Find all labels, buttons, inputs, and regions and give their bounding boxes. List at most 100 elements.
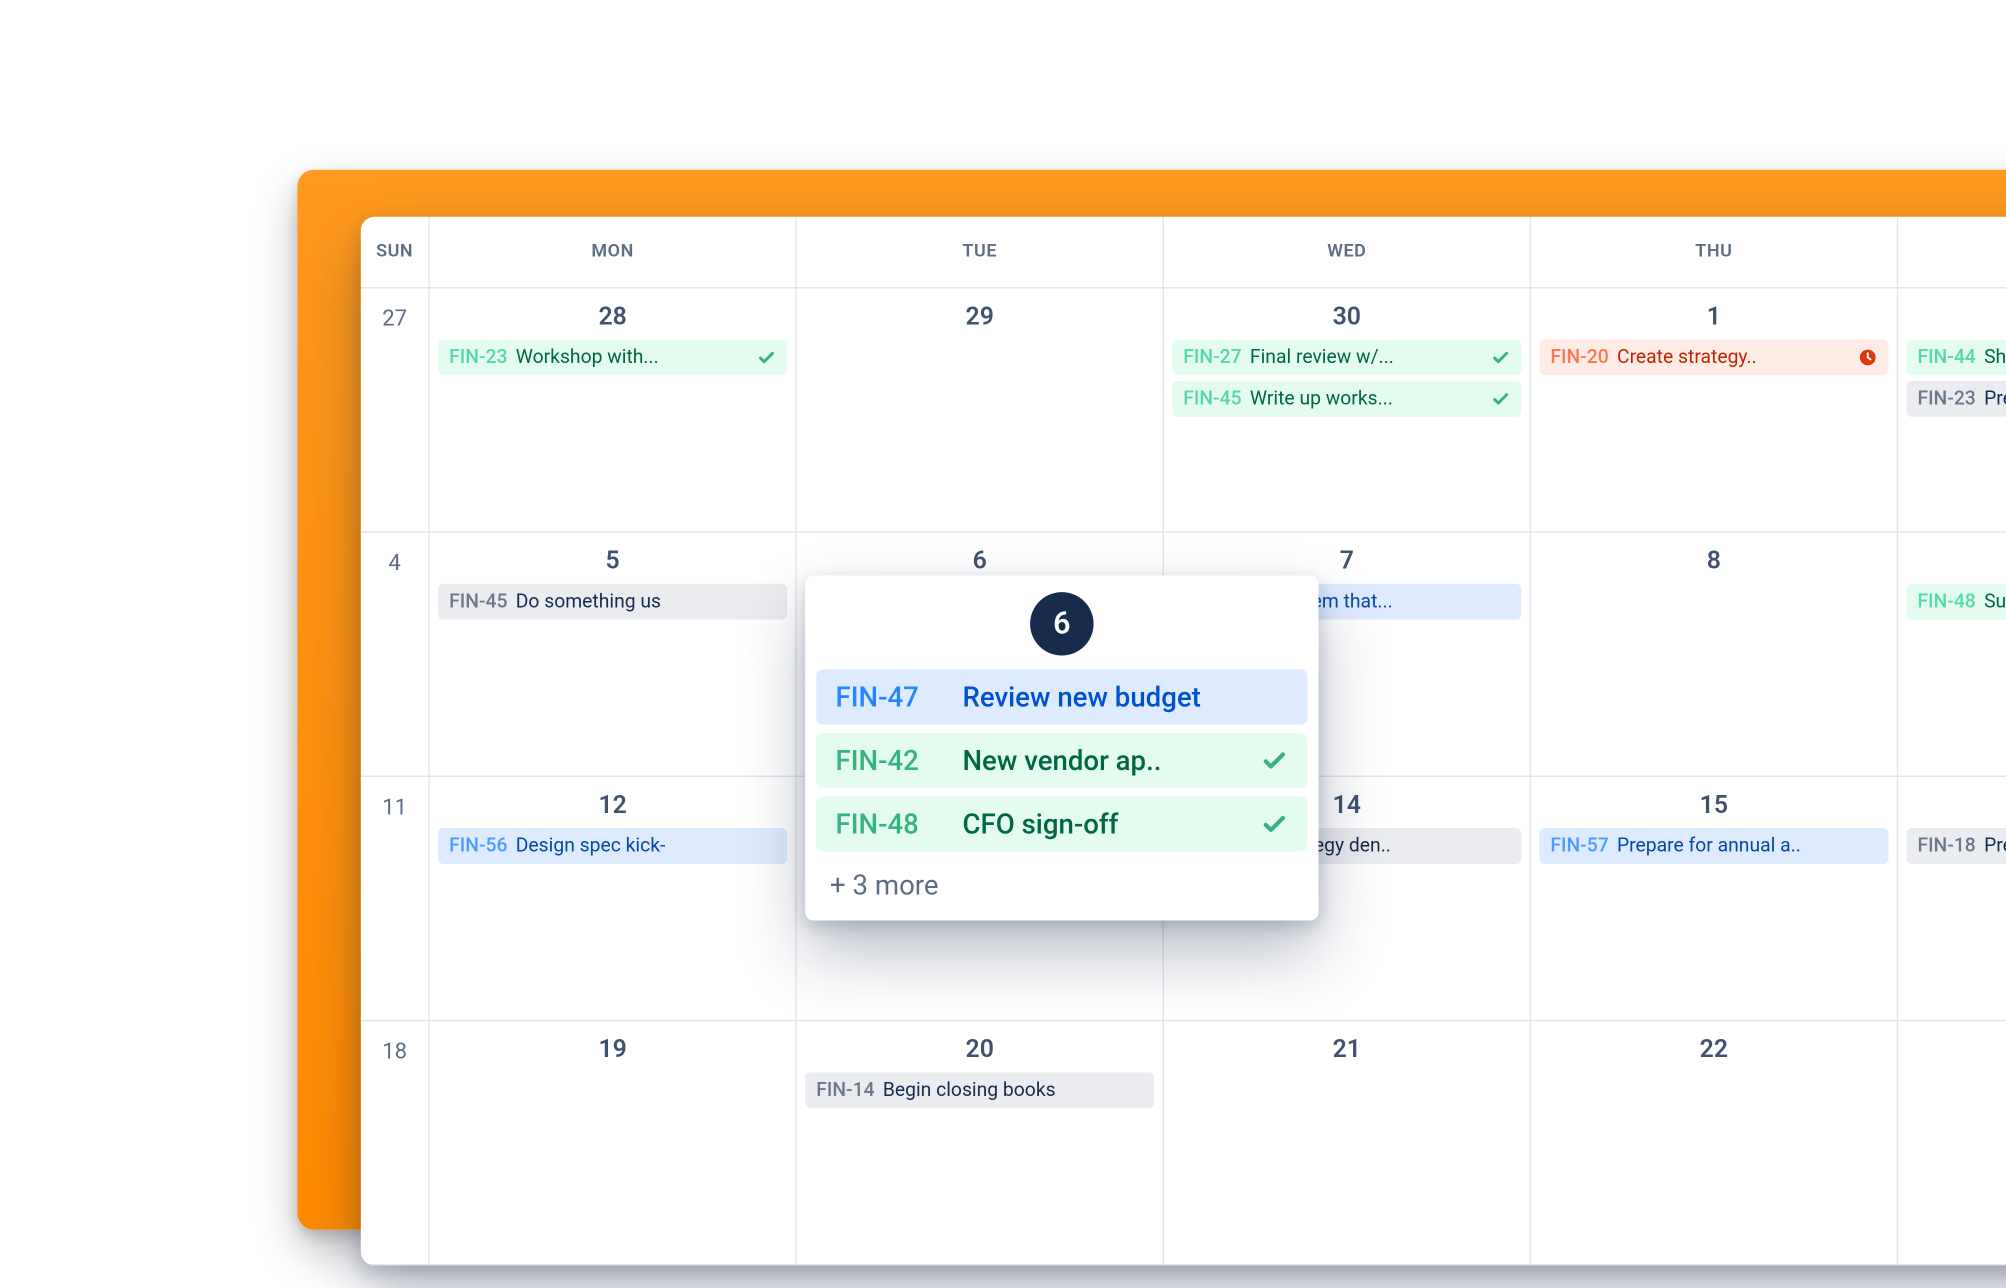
day-cell-sun[interactable]: 27 — [361, 288, 430, 532]
calendar-event[interactable]: FIN-23Workshop with... — [438, 340, 787, 376]
day-number: 28 — [438, 297, 787, 340]
calendar-event[interactable]: FIN-20 Create strategy.. — [1539, 340, 1888, 376]
calendar-event[interactable]: FIN-23Prepare budget from — [1906, 381, 2006, 417]
day-number: 29 — [805, 297, 1154, 340]
popover-day-badge: 6 — [1030, 592, 1093, 655]
day-number: 8 — [1539, 541, 1888, 584]
events-list: FIN-23Workshop with... — [438, 340, 787, 376]
header-thu: THU — [1531, 217, 1898, 289]
events-list: FIN-57 Prepare for annual a.. — [1539, 828, 1888, 864]
calendar-event[interactable]: FIN-14 Begin closing books — [805, 1072, 1154, 1108]
event-key: FIN-18 — [1917, 834, 1975, 859]
event-title: Write up works... — [1250, 386, 1483, 411]
header-sun: SUN — [361, 217, 430, 289]
day-cell-mon[interactable]: 5 FIN-45 Do something us — [430, 533, 797, 777]
calendar-event[interactable]: FIN-48Submit PO order — [1906, 584, 2006, 620]
day-number: 1 — [1539, 297, 1888, 340]
day-cell-mon[interactable]: 12 FIN-56 Design spec kick- — [430, 777, 797, 1021]
event-key: FIN-27 — [1183, 345, 1241, 370]
events-list: FIN-45 Do something us — [438, 584, 787, 620]
event-title: CFO sign-off — [962, 807, 1241, 840]
events-list: FIN-27 Final review w/... FIN-45Write up w… — [1172, 340, 1521, 417]
day-number: 15 — [1539, 785, 1888, 828]
day-number: 18 — [369, 1030, 420, 1065]
event-key: FIN-56 — [449, 834, 507, 859]
event-key: FIN-44 — [1917, 345, 1975, 370]
event-title: Design spec kick- — [516, 834, 776, 859]
event-key: FIN-14 — [816, 1078, 874, 1103]
events-list: FIN-48Submit PO order — [1906, 584, 2006, 620]
day-number: 22 — [1539, 1030, 1888, 1073]
day-number: 5 — [438, 541, 787, 584]
day-cell-mon[interactable]: 28 FIN-23Workshop with... — [430, 288, 797, 532]
calendar-event[interactable]: FIN-45 Do something us — [438, 584, 787, 620]
event-title: Prepare budget FY21 — [1984, 834, 2006, 859]
event-key: FIN-57 — [1550, 834, 1608, 859]
day-cell-thu[interactable]: 15 FIN-57 Prepare for annual a.. — [1531, 777, 1898, 1021]
day-number: 27 — [369, 297, 420, 332]
events-list: FIN-44 Share insights... FIN-23Prepare bud… — [1906, 340, 2006, 417]
events-list: FIN-56 Design spec kick- — [438, 828, 787, 864]
calendar-event[interactable]: FIN-27 Final review w/... — [1172, 340, 1521, 376]
day-cell-mon[interactable]: 19 — [430, 1021, 797, 1265]
event-key: FIN-23 — [1917, 386, 1975, 411]
popover-event[interactable]: FIN-42 New vendor ap.. — [816, 733, 1307, 788]
day-cell-thu[interactable]: 1 FIN-20 Create strategy.. — [1531, 288, 1898, 532]
check-icon — [1261, 810, 1289, 838]
event-key: FIN-48 — [836, 807, 944, 840]
calendar-card: SUN MON TUE WED THU FRI 27 28 FIN-23Work… — [361, 217, 2006, 1266]
check-icon — [1491, 348, 1510, 367]
day-cell-wed[interactable]: 21 — [1164, 1021, 1531, 1265]
event-key: FIN-45 — [449, 589, 507, 614]
events-list: FIN-20 Create strategy.. — [1539, 340, 1888, 376]
popover-events: FIN-47 Review new budget FIN-42 New vendor … — [816, 669, 1307, 851]
day-number: 12 — [438, 785, 787, 828]
day-cell-fri[interactable]: 23 — [1898, 1021, 2006, 1265]
day-cell-thu[interactable]: 22 — [1531, 1021, 1898, 1265]
day-popover[interactable]: 6 FIN-47 Review new budget FIN-42 New vendo… — [805, 576, 1318, 921]
event-key: FIN-20 — [1550, 345, 1608, 370]
popover-event[interactable]: FIN-47 Review new budget — [816, 669, 1307, 724]
day-cell-thu[interactable]: 8 — [1531, 533, 1898, 777]
event-key: FIN-47 — [836, 680, 944, 713]
event-title: Begin closing books — [883, 1078, 1143, 1103]
day-cell-sun[interactable]: 11 — [361, 777, 430, 1021]
header-mon: MON — [430, 217, 797, 289]
calendar-event[interactable]: FIN-57 Prepare for annual a.. — [1539, 828, 1888, 864]
event-title: Create strategy.. — [1617, 345, 1850, 370]
day-cell-fri[interactable]: 2 FIN-44 Share insights... FIN-23Prepare b… — [1898, 288, 2006, 532]
header-tue: TUE — [797, 217, 1164, 289]
day-cell-wed[interactable]: 30 FIN-27Final review w/...FIN-45Write u… — [1164, 288, 1531, 532]
day-number: 2 — [1906, 297, 2006, 340]
day-cell-sun[interactable]: 4 — [361, 533, 430, 777]
day-number: 9 — [1906, 541, 2006, 584]
calendar-event[interactable]: FIN-56 Design spec kick- — [438, 828, 787, 864]
day-number: 20 — [805, 1030, 1154, 1073]
day-number: 23 — [1906, 1030, 2006, 1073]
day-cell-tue[interactable]: 20 FIN-14 Begin closing books — [797, 1021, 1164, 1265]
day-number: 16 — [1906, 785, 2006, 828]
popover-event[interactable]: FIN-48 CFO sign-off — [816, 796, 1307, 851]
day-cell-fri[interactable]: 9 FIN-48Submit PO order — [1898, 533, 2006, 777]
event-key: FIN-42 — [836, 744, 944, 777]
day-cell-fri[interactable]: 16 FIN-18 Prepare budget FY21 — [1898, 777, 2006, 1021]
calendar-event[interactable]: FIN-44 Share insights... — [1906, 340, 2006, 376]
event-title: Do something us — [516, 589, 776, 614]
day-cell-sun[interactable]: 18 — [361, 1021, 430, 1265]
popover-more-link[interactable]: + 3 more — [816, 860, 1307, 910]
event-title: New vendor ap.. — [962, 744, 1241, 777]
event-title: Review new budget — [962, 680, 1288, 713]
events-list: FIN-14 Begin closing books — [805, 1072, 1154, 1108]
check-icon — [757, 348, 776, 367]
event-title: Prepare for annual a.. — [1617, 834, 1877, 859]
calendar-event[interactable]: FIN-18 Prepare budget FY21 — [1906, 828, 2006, 864]
event-key: FIN-48 — [1917, 589, 1975, 614]
events-list: FIN-18 Prepare budget FY21 — [1906, 828, 2006, 864]
check-icon — [1491, 389, 1510, 408]
event-title: Share insights... — [1984, 345, 2006, 370]
check-icon — [1261, 747, 1289, 775]
event-title: Final review w/... — [1250, 345, 1483, 370]
day-cell-tue[interactable]: 29 — [797, 288, 1164, 532]
day-number: 4 — [369, 541, 420, 576]
calendar-event[interactable]: FIN-45Write up works... — [1172, 381, 1521, 417]
